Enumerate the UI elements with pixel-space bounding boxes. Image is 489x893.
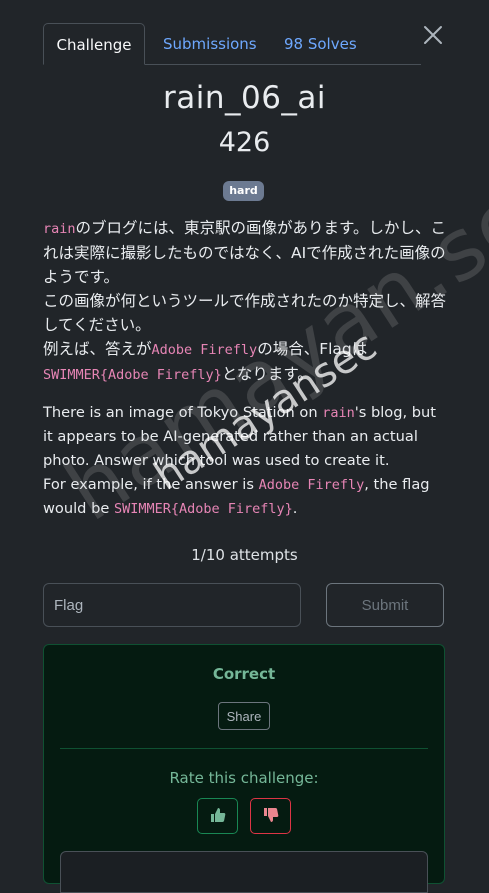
tab-bar: Challenge Submissions 98 Solves — [43, 23, 421, 65]
result-panel: Correct Share Rate this challenge: — [43, 644, 445, 893]
result-status: Correct — [212, 665, 276, 683]
code-example-flag: SWIMMER{Adobe Firefly} — [113, 501, 293, 517]
submit-button[interactable]: Submit — [326, 583, 444, 627]
description-en-2: For example, if the answer is Adobe Fire… — [43, 473, 448, 521]
description-text: For example, if the answer is — [43, 476, 259, 493]
tab-challenge[interactable]: Challenge — [43, 23, 145, 65]
challenge-description: rainのブログには、東京駅の画像があります。しかし、これは実際に撮影したもので… — [43, 216, 448, 521]
description-text: . — [292, 500, 298, 517]
thumbs-down-icon — [263, 807, 279, 826]
difficulty-badge: hard — [223, 181, 264, 201]
thumbs-down-button[interactable] — [250, 798, 291, 834]
code-rain: rain — [322, 405, 355, 421]
tab-submissions[interactable]: Submissions — [163, 23, 257, 64]
challenge-title: rain_06_ai — [162, 80, 327, 116]
share-button[interactable]: Share — [218, 702, 270, 730]
rating-comment-box — [60, 851, 428, 893]
code-rain: rain — [43, 221, 76, 237]
description-ja-1: rainのブログには、東京駅の画像があります。しかし、これは実際に撮影したもので… — [43, 216, 448, 289]
rate-prompt: Rate this challenge: — [169, 769, 319, 787]
description-text: のブログには、東京駅の画像があります。しかし、これは実際に撮影したものではなく、… — [43, 219, 446, 286]
divider — [60, 748, 428, 749]
code-example-answer: Adobe Firefly — [258, 477, 365, 493]
close-icon[interactable] — [422, 24, 444, 46]
description-text: の場合、Flagは — [257, 340, 368, 358]
description-ja-3: 例えば、答えがAdobe Fireflyの場合、Flagは SWIMMER{Ado… — [43, 337, 448, 387]
tab-solves[interactable]: 98 Solves — [284, 23, 357, 64]
code-example-answer: Adobe Firefly — [151, 342, 258, 358]
thumbs-up-button[interactable] — [197, 798, 238, 834]
description-ja-2: この画像が何というツールで作成されたのか特定し、解答してください。 — [43, 292, 447, 334]
description-text: となります。 — [221, 365, 313, 383]
description-en-1: There is an image of Tokyo Station on ra… — [43, 401, 448, 473]
flag-input[interactable] — [43, 583, 301, 627]
description-text: 例えば、答えが — [43, 340, 152, 358]
thumbs-up-icon — [210, 807, 226, 826]
description-text: There is an image of Tokyo Station on — [43, 404, 323, 421]
attempts-counter: 1/10 attempts — [191, 546, 298, 564]
challenge-points: 426 — [218, 127, 271, 158]
code-example-flag: SWIMMER{Adobe Firefly} — [43, 367, 222, 383]
